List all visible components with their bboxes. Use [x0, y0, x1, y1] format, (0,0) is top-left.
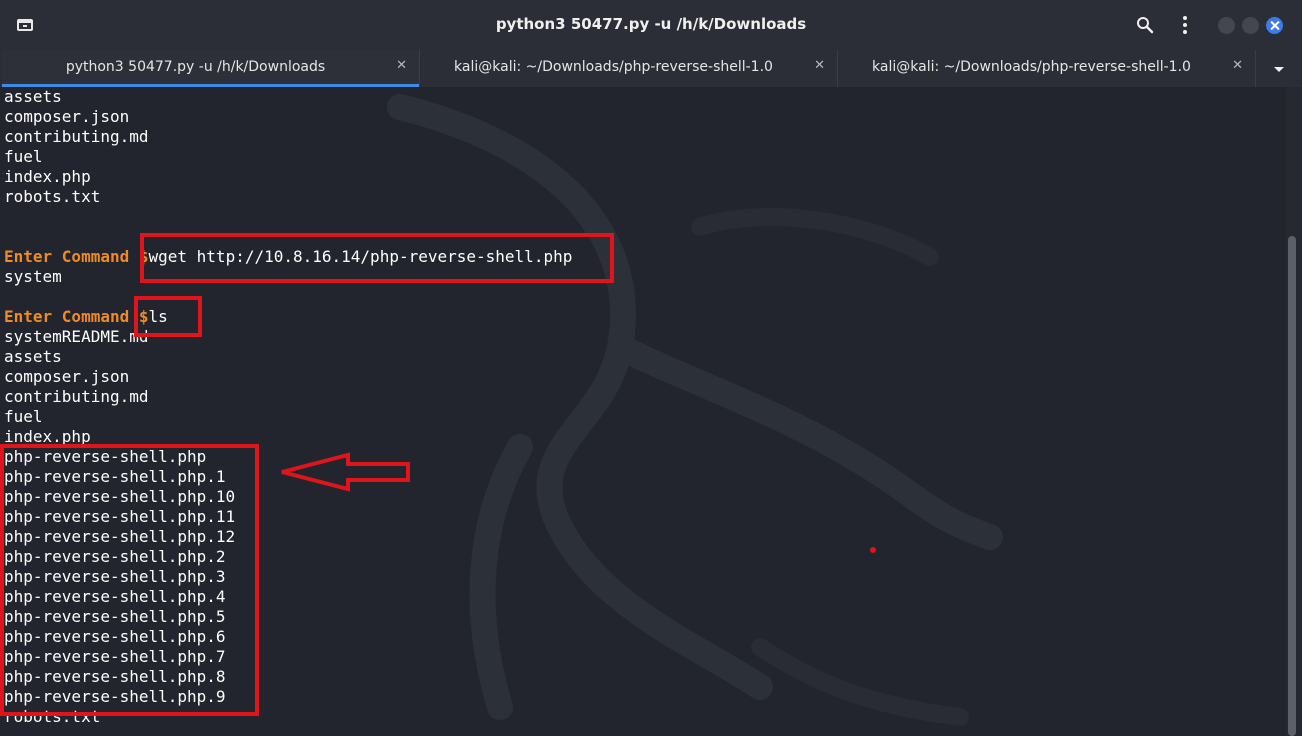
output-line: assets [4, 87, 62, 106]
output-line: index.php [4, 167, 91, 186]
red-dot-marker [870, 547, 876, 553]
close-button[interactable] [1266, 17, 1283, 34]
prompt-label: Enter Command $ [4, 247, 149, 266]
left-arrow-icon [281, 452, 410, 492]
output-line: contributing.md [4, 387, 149, 406]
minimize-button[interactable] [1218, 17, 1235, 34]
tab-label: kali@kali: ~/Downloads/php-reverse-shell… [872, 59, 1191, 75]
output-line: fuel [4, 407, 43, 426]
tab-close-icon[interactable]: ✕ [396, 58, 407, 73]
tab-kali-shell-2[interactable]: kali@kali: ~/Downloads/php-reverse-shell… [838, 50, 1256, 87]
tab-label: python3 50477.py -u /h/k/Downloads [65, 59, 326, 75]
kebab-menu-icon[interactable] [1178, 15, 1192, 35]
scrollbar-thumb[interactable] [1288, 236, 1296, 736]
tab-kali-shell-1[interactable]: kali@kali: ~/Downloads/php-reverse-shell… [420, 50, 838, 87]
output-line: robots.txt [4, 187, 101, 206]
output-line: composer.json [4, 367, 130, 386]
tab-bar: python3 50477.py -u /h/k/Downloads ✕ kal… [0, 50, 1302, 87]
output-line: contributing.md [4, 127, 149, 146]
command-line-ls: Enter Command $ls [4, 307, 572, 327]
tab-close-icon[interactable]: ✕ [1232, 58, 1243, 73]
tab-python-shell[interactable]: python3 50477.py -u /h/k/Downloads ✕ [2, 50, 420, 87]
search-icon[interactable] [1136, 16, 1154, 34]
highlight-box-ls-command [134, 296, 202, 337]
output-line: fuel [4, 147, 43, 166]
highlight-box-wget-command [140, 233, 614, 283]
output-line: systemREADME.md [4, 327, 149, 346]
window-title: python3 50477.py -u /h/k/Downloads [495, 15, 807, 33]
tab-close-icon[interactable]: ✕ [814, 58, 825, 73]
prompt-label: Enter Command $ [4, 307, 149, 326]
title-bar: python3 50477.py -u /h/k/Downloads [0, 0, 1302, 51]
chevron-down-icon[interactable] [1266, 62, 1292, 76]
output-line: assets [4, 347, 62, 366]
tab-label: kali@kali: ~/Downloads/php-reverse-shell… [454, 59, 773, 75]
highlight-box-downloaded-files [0, 444, 259, 716]
maximize-button[interactable] [1242, 17, 1259, 34]
output-line: composer.json [4, 107, 130, 126]
